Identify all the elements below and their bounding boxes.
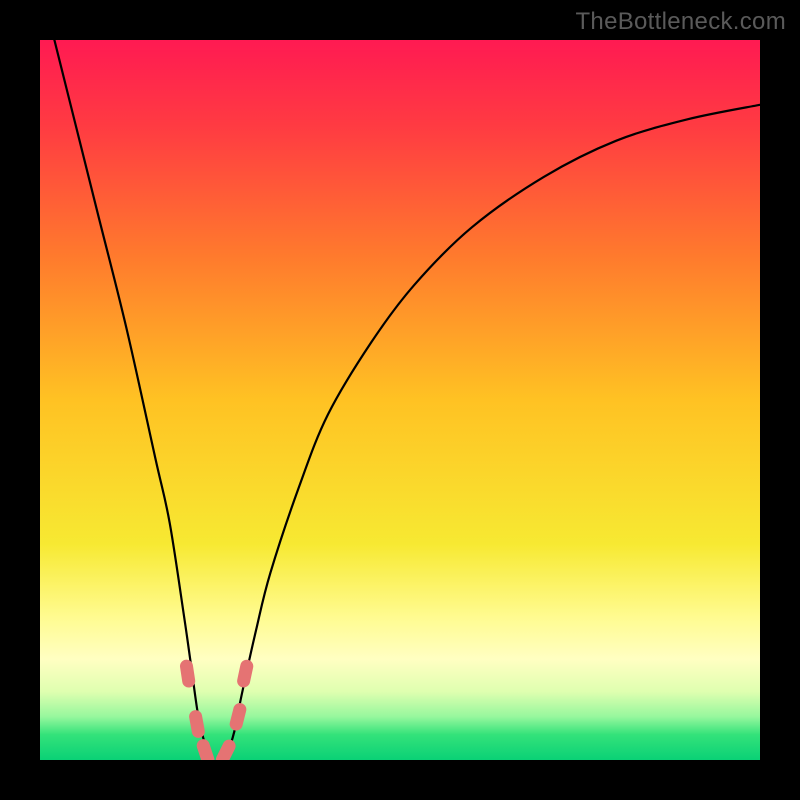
watermark-text: TheBottleneck.com [575, 8, 786, 36]
chart-svg [40, 40, 760, 760]
plot-area [40, 40, 760, 760]
gradient-background [40, 40, 760, 760]
chart-frame: TheBottleneck.com [0, 0, 800, 800]
